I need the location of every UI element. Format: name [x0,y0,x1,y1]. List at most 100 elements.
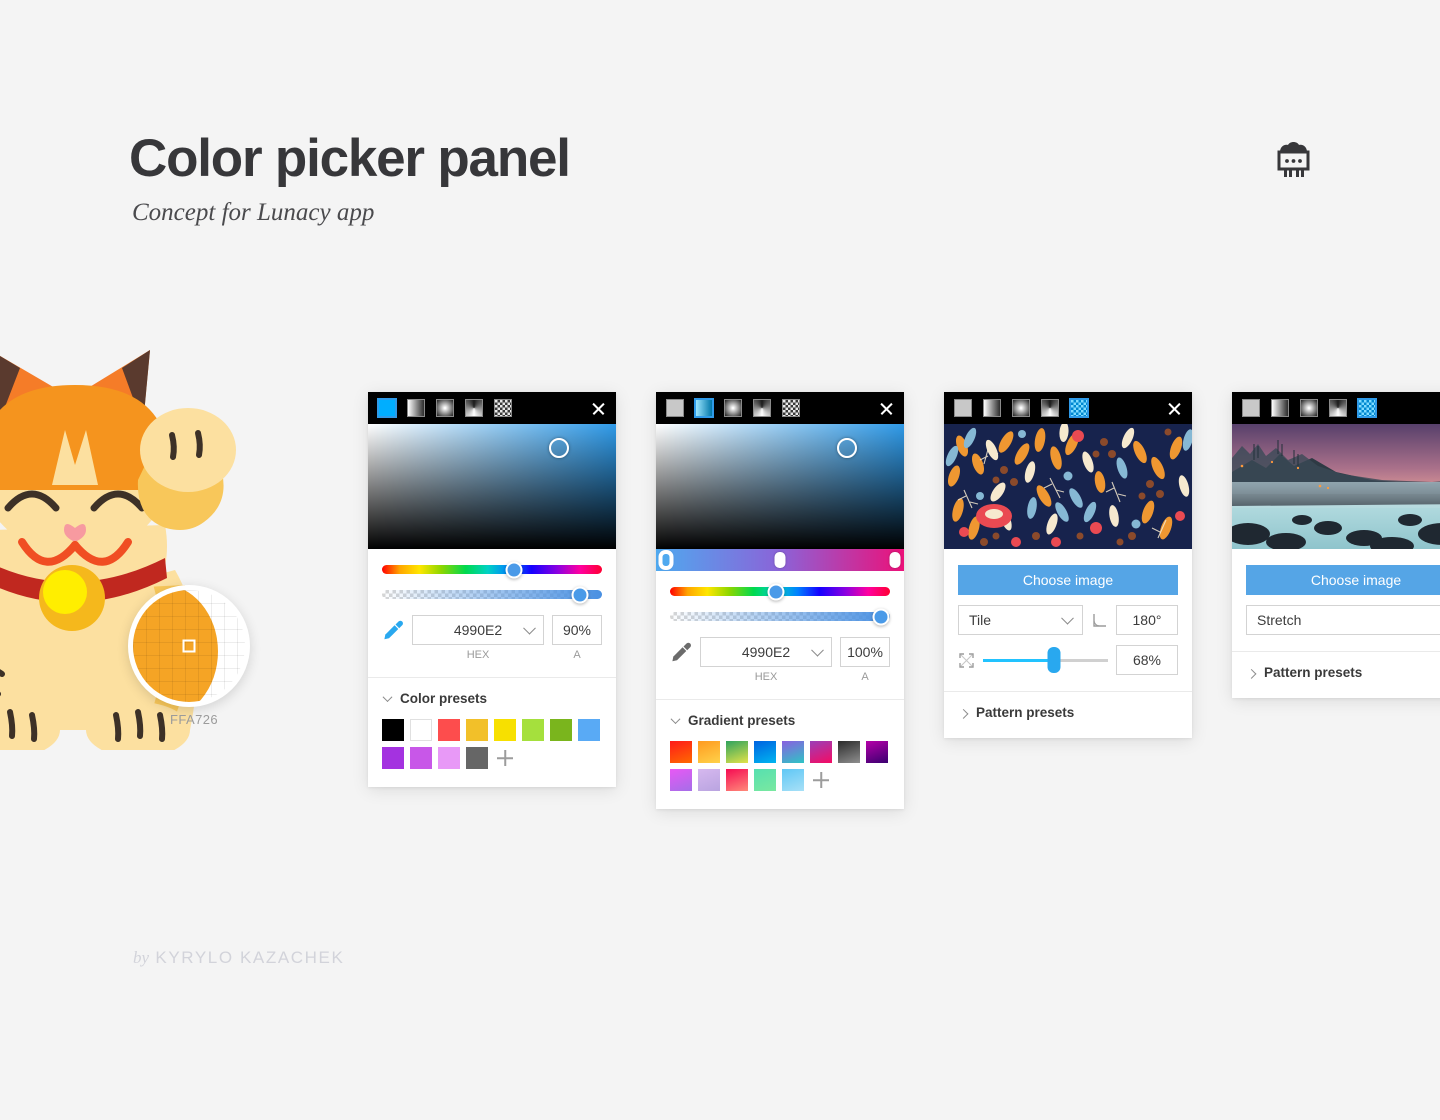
close-icon[interactable] [1167,401,1182,416]
gradient-swatch[interactable] [866,741,888,763]
color-value-row: 4990E2 90% [368,615,616,645]
scale-slider[interactable] [983,647,1108,673]
gradient-swatch[interactable] [698,741,720,763]
hex-input[interactable]: 4990E2 [412,615,544,645]
saturation-value-area[interactable] [656,424,904,549]
saturation-value-area[interactable] [368,424,616,549]
fit-mode-select[interactable]: Stretch [1246,605,1440,635]
eyedropper-icon[interactable] [670,641,692,663]
gradient-swatch[interactable] [726,769,748,791]
pattern-presets-header[interactable]: Pattern presets [1232,652,1440,698]
hue-slider[interactable] [670,583,890,600]
pattern-fill-icon[interactable] [1358,399,1376,417]
close-icon[interactable] [591,401,606,416]
linear-gradient-icon[interactable] [1271,399,1289,417]
gradient-swatch[interactable] [782,741,804,763]
scale-slider-knob[interactable] [1047,647,1061,673]
color-presets-header[interactable]: Color presets [368,678,616,706]
pattern-presets-header[interactable]: Pattern presets [944,692,1192,738]
color-swatch[interactable] [466,719,488,741]
choose-image-button[interactable]: Choose image [958,565,1178,595]
pattern-presets-title: Pattern presets [1264,665,1363,680]
credit-by: by [133,948,150,967]
eyedropper-icon[interactable] [382,619,404,641]
angular-gradient-icon[interactable] [753,399,771,417]
color-swatch[interactable] [410,719,432,741]
radial-gradient-icon[interactable] [1012,399,1030,417]
gradient-swatch[interactable] [726,741,748,763]
scale-input[interactable]: 68% [1116,645,1178,675]
color-swatch[interactable] [438,747,460,769]
angular-gradient-icon[interactable] [465,399,483,417]
choose-image-button[interactable]: Choose image [1246,565,1440,595]
gradient-swatch[interactable] [810,741,832,763]
add-gradient-preset-button[interactable] [810,769,832,791]
gradient-presets-header[interactable]: Gradient presets [656,700,904,728]
hue-slider-knob[interactable] [767,583,785,600]
pattern-fill-icon[interactable] [782,399,800,417]
alpha-input[interactable]: 100% [840,637,890,667]
gradient-swatch[interactable] [838,741,860,763]
chevron-down-icon[interactable] [523,621,536,635]
color-swatch[interactable] [438,719,460,741]
color-picker-panel-pattern: Choose image Tile 180° 68% Pattern prese… [944,392,1192,738]
hue-slider[interactable] [382,561,602,578]
gradient-swatch[interactable] [754,741,776,763]
linear-gradient-icon[interactable] [983,399,1001,417]
robot-cloud-logo-icon [1277,142,1310,177]
alpha-slider[interactable] [382,586,602,603]
hex-label: HEX [754,671,778,683]
gradient-swatch[interactable] [670,769,692,791]
radial-gradient-icon[interactable] [436,399,454,417]
gradient-swatch[interactable] [698,769,720,791]
gradient-stop-handle[interactable] [889,552,901,568]
solid-fill-icon[interactable] [666,399,684,417]
fill-type-toolbar [1232,392,1440,424]
angle-icon [1093,613,1106,627]
alpha-slider-knob[interactable] [571,586,589,603]
gradient-stop-handle[interactable] [774,552,786,568]
solid-fill-icon[interactable] [378,399,396,417]
gradient-swatch[interactable] [754,769,776,791]
linear-gradient-icon[interactable] [695,399,713,417]
fill-type-toolbar [368,392,616,424]
color-swatch[interactable] [382,747,404,769]
alpha-slider-knob[interactable] [872,608,890,625]
radial-gradient-icon[interactable] [724,399,742,417]
color-swatch[interactable] [382,719,404,741]
pattern-fill-icon[interactable] [494,399,512,417]
radial-gradient-icon[interactable] [1300,399,1318,417]
alpha-slider[interactable] [670,608,890,625]
sv-cursor[interactable] [836,437,857,458]
pattern-preview[interactable] [944,424,1192,549]
fit-mode-value: Tile [969,612,992,628]
gradient-stop-handle[interactable] [660,552,672,568]
gradient-stop-bar[interactable] [656,549,904,571]
color-swatch[interactable] [466,747,488,769]
angular-gradient-icon[interactable] [1329,399,1347,417]
color-swatch[interactable] [494,719,516,741]
add-color-preset-button[interactable] [494,747,516,769]
pattern-fill-icon[interactable] [1070,399,1088,417]
angular-gradient-icon[interactable] [1041,399,1059,417]
fit-mode-select[interactable]: Tile [958,605,1083,635]
close-icon[interactable] [879,401,894,416]
fill-type-toolbar [656,392,904,424]
hex-input[interactable]: 4990E2 [700,637,832,667]
solid-fill-icon[interactable] [1242,399,1260,417]
linear-gradient-icon[interactable] [407,399,425,417]
color-swatch[interactable] [410,747,432,769]
gradient-swatch[interactable] [670,741,692,763]
color-swatch[interactable] [578,719,600,741]
sv-cursor[interactable] [548,437,569,458]
color-swatch[interactable] [550,719,572,741]
fit-mode-row: Stretch [1232,595,1440,635]
alpha-input[interactable]: 90% [552,615,602,645]
angle-input[interactable]: 180° [1116,605,1178,635]
solid-fill-icon[interactable] [954,399,972,417]
gradient-swatch[interactable] [782,769,804,791]
hue-slider-knob[interactable] [505,561,523,578]
image-preview[interactable] [1232,424,1440,549]
color-swatch[interactable] [522,719,544,741]
chevron-down-icon[interactable] [811,643,824,657]
